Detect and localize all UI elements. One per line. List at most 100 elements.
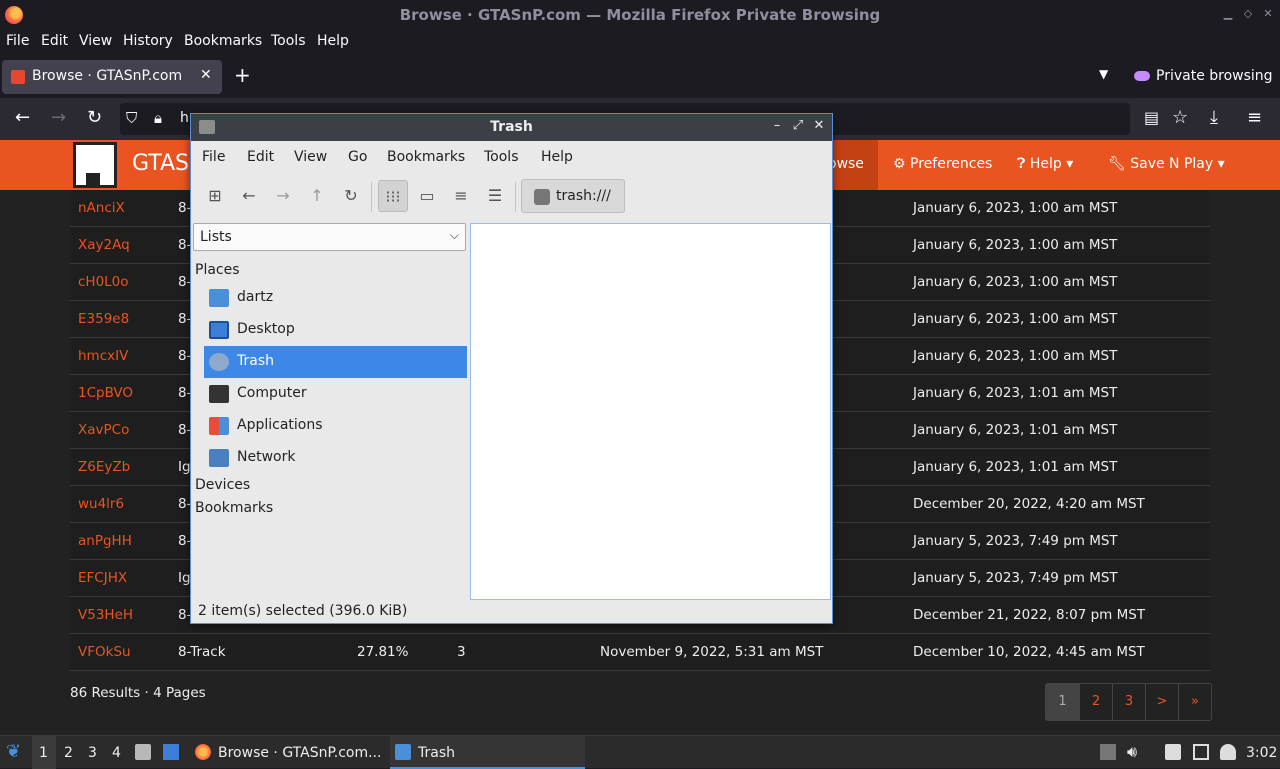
place-trash[interactable]: Trash [204,346,467,378]
menu-bookmarks[interactable]: Bookmarks [184,33,262,49]
row-name[interactable]: VFOkSu [78,644,131,660]
back-icon[interactable]: ← [234,180,264,212]
row-name[interactable]: anPgHH [78,533,132,549]
icon-view-icon[interactable]: ⁝⁝⁝ [378,180,408,212]
file-view-pane[interactable] [470,223,831,600]
clock[interactable]: 3:02 [1246,745,1277,761]
row-name[interactable]: 1CpBVO [78,385,133,401]
place-desktop[interactable]: Desktop [204,314,467,346]
app-menu-icon[interactable]: ❦ [6,741,21,762]
menu-history[interactable]: History [123,33,173,49]
menu-bookmarks[interactable]: Bookmarks [387,149,465,165]
site-brand[interactable]: GTASr [132,151,198,176]
forward-icon[interactable]: → [268,180,298,212]
row-name[interactable]: nAnciX [78,200,125,216]
task-firefox[interactable]: Browse · GTASnP.com... [190,736,386,769]
task-trash[interactable]: Trash [390,736,585,769]
workspace-3[interactable]: 3 [88,745,97,761]
tab-browse[interactable]: Browse · GTASnP.com ✕ [2,60,222,94]
notification-icon[interactable] [1220,744,1236,760]
up-icon[interactable]: ↑ [302,180,332,212]
place-label: Computer [237,385,307,401]
page-1[interactable]: 1 [1046,684,1079,720]
downloads-icon[interactable]: ⤓ [1210,108,1218,128]
table-row[interactable]: VFOkSu 8-Track 27.81% 3 November 9, 2022, 5:… [70,634,1210,671]
close-icon[interactable]: ✕ [811,118,827,133]
row-name[interactable]: Z6EyZb [78,459,130,475]
workspace-2[interactable]: 2 [64,745,73,761]
place-network[interactable]: Network [204,442,467,474]
place-computer[interactable]: Computer [204,378,467,410]
maximize-icon[interactable]: ◇ [1241,7,1255,21]
nav-browse[interactable]: owse [828,156,864,172]
menu-go[interactable]: Go [348,149,367,165]
page-last[interactable]: » [1178,684,1211,720]
network-icon[interactable] [1193,744,1209,760]
close-icon[interactable]: ✕ [1261,7,1275,21]
app-menu-icon[interactable]: ≡ [1247,108,1262,128]
places-header[interactable]: Places [195,262,240,278]
list-view-icon[interactable]: ☰ [480,180,510,212]
tab-close-icon[interactable]: ✕ [200,67,212,83]
devices-header[interactable]: Devices [195,477,250,493]
maximize-icon[interactable]: ⤢ [790,118,806,133]
new-tab-icon[interactable]: + [234,65,251,85]
row-name[interactable]: wu4lr6 [78,496,124,512]
nav-help[interactable]: ❓︎ Help ▾ [1017,156,1073,172]
bookmarks-header[interactable]: Bookmarks [195,500,273,516]
file-manager-launcher-icon[interactable] [135,744,151,760]
location-button[interactable]: trash:/// [521,179,625,213]
forward-icon[interactable]: → [51,108,66,128]
menu-file[interactable]: File [6,33,29,49]
side-pane-selector[interactable]: Lists ⌵ [193,223,466,251]
lock-icon[interactable]: 🔒︎ [154,108,162,128]
reload-icon[interactable]: ↻ [336,180,366,212]
browser-titlebar: Browse · GTASnP.com — Mozilla Firefox Pr… [0,0,1280,30]
workspace-4[interactable]: 4 [112,745,121,761]
page-next[interactable]: > [1145,684,1178,720]
menu-tools[interactable]: Tools [484,149,519,165]
nav-save-n-play-label: Save N Play ▾ [1130,156,1225,172]
removable-media-icon[interactable] [1100,744,1116,760]
row-name[interactable]: Xay2Aq [78,237,130,253]
compact-view-icon[interactable]: ≡ [446,180,476,212]
list-all-tabs-icon[interactable]: ▼ [1099,67,1108,81]
row-name[interactable]: cH0L0o [78,274,129,290]
row-name[interactable]: EFCJHX [78,570,127,586]
place-applications[interactable]: Applications [204,410,467,442]
workspace-1[interactable]: 1 [39,745,48,761]
bookmark-star-icon[interactable]: ☆ [1172,108,1188,128]
row-name[interactable]: hmcxIV [78,348,128,364]
reload-icon[interactable]: ↻ [87,108,102,128]
clipboard-icon[interactable] [1165,744,1181,760]
back-icon[interactable]: ← [15,108,30,128]
menu-edit[interactable]: Edit [41,33,68,49]
thumbnail-view-icon[interactable]: ▭ [412,180,442,212]
site-logo-icon[interactable] [73,142,117,188]
nav-preferences[interactable]: ⚙ Preferences [893,156,992,172]
nav-save-n-play[interactable]: 🔧︎ Save N Play ▾ [1108,156,1225,172]
new-tab-icon[interactable]: ⊞ [200,180,230,212]
minimize-icon[interactable]: ▁ [1221,7,1235,21]
page-2[interactable]: 2 [1079,684,1112,720]
menu-help[interactable]: Help [541,149,573,165]
row-name[interactable]: E359e8 [78,311,129,327]
shield-icon[interactable]: ⛉ [126,108,137,128]
menu-file[interactable]: File [202,149,225,165]
desktop-launcher-icon[interactable] [163,744,179,760]
menu-edit[interactable]: Edit [247,149,274,165]
reader-view-icon[interactable]: ▤ [1144,108,1159,128]
menu-view[interactable]: View [79,33,112,49]
url-text[interactable]: h [180,110,189,126]
trash-titlebar[interactable]: Trash – ⤢ ✕ [191,114,832,141]
row-name[interactable]: XavPCo [78,422,129,438]
page-3[interactable]: 3 [1112,684,1145,720]
row-name[interactable]: V53HeH [78,607,133,623]
place-home[interactable]: dartz [204,282,467,314]
minimize-icon[interactable]: – [769,118,785,133]
row-updated: December 20, 2022, 4:20 am MST [913,496,1145,512]
menu-tools[interactable]: Tools [271,33,306,49]
menu-view[interactable]: View [294,149,327,165]
menu-help[interactable]: Help [317,33,349,49]
volume-icon[interactable]: 🔊︎ [1127,742,1137,762]
